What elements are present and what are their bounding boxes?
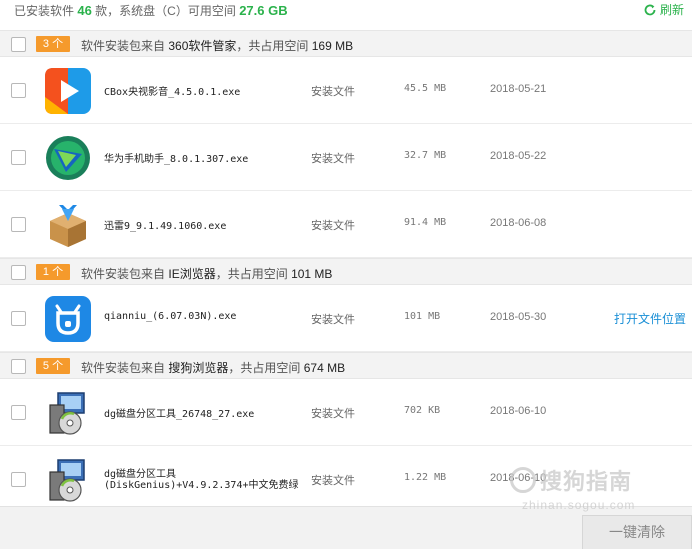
file-type: 安装文件: [311, 153, 355, 165]
file-date: 2018-06-10: [490, 472, 547, 484]
cbox-icon: [44, 67, 92, 115]
source-name: 搜狗浏览器: [168, 361, 229, 375]
file-size: 702 KB: [404, 405, 441, 416]
one-click-clean-button[interactable]: 一键清除: [582, 515, 692, 549]
list-item: 华为手机助手_8.0.1.307.exe 安装文件 32.7 MB 2018-0…: [0, 124, 692, 191]
count-badge: 3 个: [36, 36, 70, 52]
installer-disk-icon: [44, 389, 92, 437]
free-space: 27.6 GB: [239, 3, 288, 18]
disk-info: 已安装软件 46 款，系统盘（C）可用空间 27.6 GB: [14, 2, 288, 19]
installed-prefix: 已安装软件: [14, 4, 75, 18]
qianniu-icon: [44, 295, 92, 343]
installer-list: 3 个 软件安装包来自 360软件管家，共占用空间 169 MB CBox央视影…: [0, 30, 692, 506]
file-size: 101 MB: [404, 311, 441, 322]
file-type: 安装文件: [311, 314, 355, 326]
row-checkbox[interactable]: [11, 150, 26, 165]
refresh-button[interactable]: 刷新: [643, 1, 684, 18]
installed-count: 46: [77, 3, 92, 18]
source-prefix: 软件安装包来自: [81, 267, 166, 281]
space-text: ，共占用空间: [215, 267, 288, 281]
space-text: ，共占用空间: [236, 39, 309, 53]
file-name-line2: (DiskGenius)+V4.9.2.374+中文免费绿: [104, 480, 299, 491]
group-header-sogou: 5 个 软件安装包来自 搜狗浏览器，共占用空间 674 MB: [0, 352, 692, 379]
file-date: 2018-06-10: [490, 405, 547, 417]
count-badge: 5 个: [36, 358, 70, 374]
source-prefix: 软件安装包来自: [81, 361, 166, 375]
space-value: 674 MB: [303, 361, 346, 375]
source-name: IE浏览器: [168, 267, 216, 281]
file-date: 2018-05-21: [490, 83, 547, 95]
refresh-label: 刷新: [659, 3, 684, 17]
group-source-text: 软件安装包来自 搜狗浏览器，共占用空间 674 MB: [81, 359, 345, 376]
list-item: 迅雷9_9.1.49.1060.exe 安装文件 91.4 MB 2018-06…: [0, 191, 692, 258]
file-name: 迅雷9_9.1.49.1060.exe: [104, 221, 227, 232]
count-badge: 1 个: [36, 264, 70, 280]
file-name: CBox央视影音_4.5.0.1.exe: [104, 87, 241, 98]
file-size: 32.7 MB: [404, 150, 447, 161]
list-item: dg磁盘分区工具_26748_27.exe 安装文件 702 KB 2018-0…: [0, 379, 692, 446]
file-name: 华为手机助手_8.0.1.307.exe: [104, 154, 249, 165]
open-file-location-link[interactable]: 打开文件位置: [614, 310, 686, 327]
source-name: 360软件管家: [168, 39, 237, 53]
installer-disk-icon: [44, 456, 92, 504]
file-type: 安装文件: [311, 86, 355, 98]
file-date: 2018-06-08: [490, 217, 547, 229]
group-source-text: 软件安装包来自 IE浏览器，共占用空间 101 MB: [81, 265, 332, 282]
xunlei-icon: [44, 201, 92, 249]
space-text: ，共占用空间: [228, 361, 301, 375]
file-name: dg磁盘分区工具 (DiskGenius)+V4.9.2.374+中文免费绿: [104, 469, 299, 491]
group-header-360: 3 个 软件安装包来自 360软件管家，共占用空间 169 MB: [0, 30, 692, 57]
file-name: qianniu_(6.07.03N).exe: [104, 311, 237, 322]
group-checkbox[interactable]: [11, 359, 26, 374]
file-name: dg磁盘分区工具_26748_27.exe: [104, 409, 255, 420]
file-date: 2018-05-30: [490, 311, 547, 323]
file-size: 1.22 MB: [404, 472, 447, 483]
footer-bar: 一键清除: [0, 506, 692, 549]
refresh-icon: [644, 4, 656, 15]
group-checkbox[interactable]: [11, 265, 26, 280]
status-bar: 已安装软件 46 款，系统盘（C）可用空间 27.6 GB 刷新: [0, 0, 692, 24]
group-checkbox[interactable]: [11, 37, 26, 52]
source-prefix: 软件安装包来自: [81, 39, 166, 53]
group-source-text: 软件安装包来自 360软件管家，共占用空间 169 MB: [81, 37, 353, 54]
huawei-hisuite-icon: [44, 134, 92, 182]
file-type: 安装文件: [311, 475, 355, 487]
row-checkbox[interactable]: [11, 311, 26, 326]
space-value: 169 MB: [311, 39, 354, 53]
row-checkbox[interactable]: [11, 472, 26, 487]
group-header-ie: 1 个 软件安装包来自 IE浏览器，共占用空间 101 MB: [0, 258, 692, 285]
file-date: 2018-05-22: [490, 150, 547, 162]
file-size: 91.4 MB: [404, 217, 447, 228]
file-size: 45.5 MB: [404, 83, 447, 94]
file-type: 安装文件: [311, 408, 355, 420]
file-name-line1: dg磁盘分区工具: [104, 469, 177, 480]
installed-suffix: 款，系统盘（C）可用空间: [95, 4, 236, 18]
row-checkbox[interactable]: [11, 405, 26, 420]
list-item: qianniu_(6.07.03N).exe 安装文件 101 MB 2018-…: [0, 285, 692, 352]
space-value: 101 MB: [291, 267, 333, 281]
list-item: CBox央视影音_4.5.0.1.exe 安装文件 45.5 MB 2018-0…: [0, 57, 692, 124]
row-checkbox[interactable]: [11, 217, 26, 232]
row-checkbox[interactable]: [11, 83, 26, 98]
list-item: dg磁盘分区工具 (DiskGenius)+V4.9.2.374+中文免费绿 安…: [0, 446, 692, 506]
file-type: 安装文件: [311, 220, 355, 232]
